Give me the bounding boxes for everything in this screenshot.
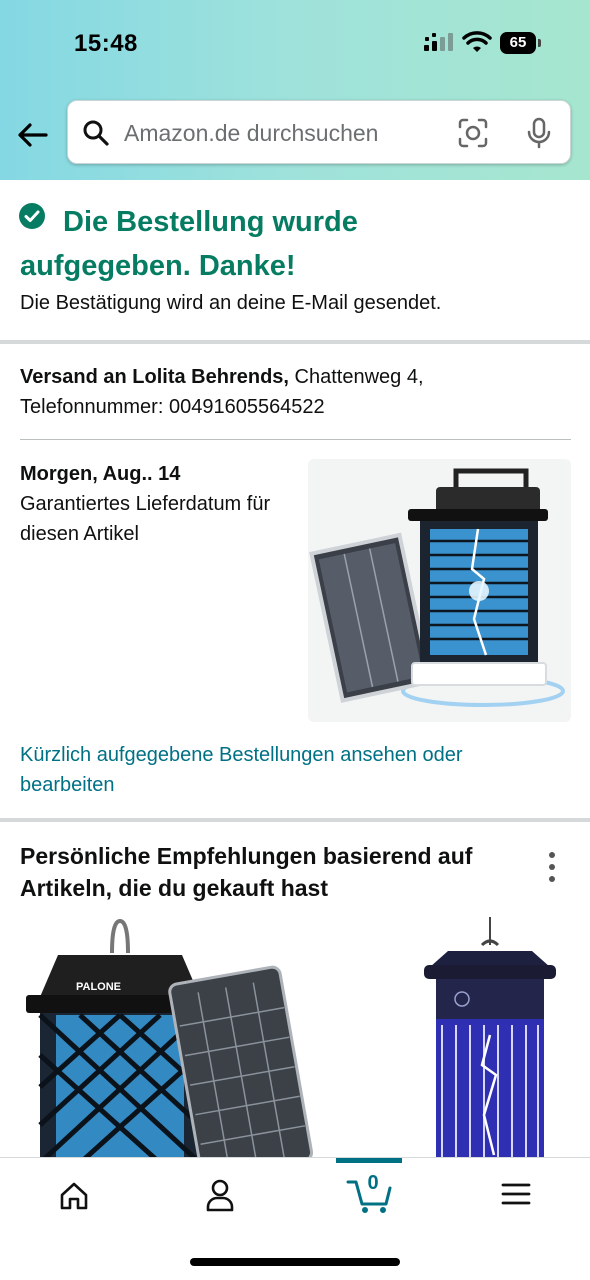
shipping-recipient: Versand an Lolita Behrends, [20,366,289,388]
cart-count: 0 [367,1172,379,1194]
shipping-address: Chattenweg 4, [294,366,424,388]
wifi-icon [462,31,492,52]
confirmation-subtitle: Die Bestätigung wird an deine E-Mail ges… [20,292,442,314]
home-indicator [190,1258,400,1266]
order-confirmation: Die Bestellung wurde aufgegeben. Danke! … [0,180,590,340]
search-icon [83,120,109,146]
confirmation-title: Die Bestellung wurde aufgegeben. Danke! [20,206,358,282]
delivery-note: Garantiertes Lieferdatum für diesen Arti… [20,493,271,545]
nav-menu[interactable] [441,1158,588,1238]
recent-orders-link[interactable]: Kürzlich aufgegebene Bestellungen ansehe… [20,740,560,800]
recommended-product-image[interactable] [390,915,590,1160]
recommended-product-image[interactable]: PALONE [0,915,330,1160]
nav-account[interactable] [147,1158,294,1238]
product-image[interactable] [308,459,571,722]
nav-cart[interactable] [294,1158,441,1238]
camera-scan-icon[interactable] [458,118,488,148]
menu-icon [501,1183,531,1205]
account-icon [206,1179,234,1212]
active-tab-indicator [336,1158,402,1163]
delivery-date: Morgen, Aug.. 14 [20,463,181,485]
nav-home[interactable] [0,1158,147,1238]
shipping-info: Versand an Lolita Behrends, Chattenweg 4… [20,362,560,422]
recommendations-title: Persönliche Empfehlungen basierend auf A… [20,843,473,901]
microphone-icon[interactable] [526,117,552,149]
brand-label: PALONE [76,981,121,993]
search-input[interactable] [124,115,444,151]
app-header: 15:48 65 [0,0,590,180]
section-divider [0,818,590,822]
cellular-signal-icon [424,33,453,51]
shipping-phone: Telefonnummer: 00491605564522 [20,396,325,418]
status-time: 15:48 [74,30,138,57]
divider [20,439,571,440]
battery-icon: 65 [500,32,542,54]
more-options-icon[interactable] [540,850,564,884]
back-arrow-icon[interactable] [14,116,52,154]
home-icon [60,1182,88,1210]
section-divider [0,340,590,344]
battery-level: 65 [509,34,527,51]
search-bar[interactable] [67,100,571,164]
